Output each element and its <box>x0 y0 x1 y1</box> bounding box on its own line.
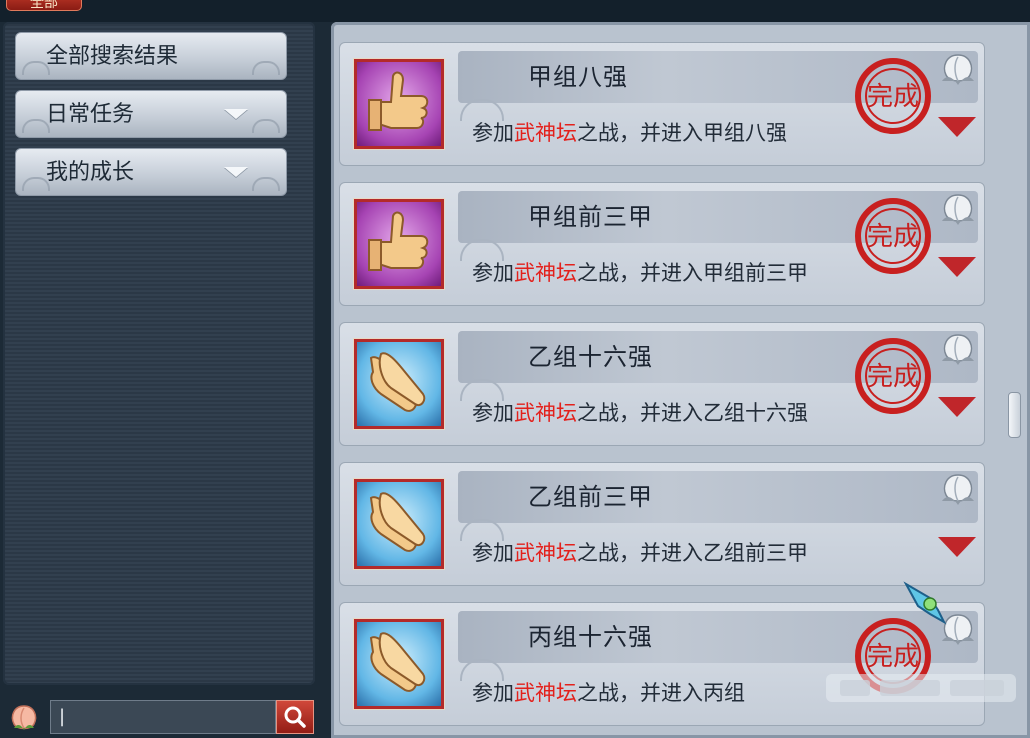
achievement-title: 甲组前三甲 <box>528 203 653 231</box>
sidebar-item-my-growth[interactable]: 我的成长 <box>15 148 287 196</box>
list-item[interactable]: 乙组十六强 参加武神坛之战，并进入乙组十六强 完成 <box>339 322 985 446</box>
achievement-description: 参加武神坛之战，并进入乙组前三甲 <box>472 541 808 565</box>
search-icon <box>284 706 306 728</box>
scrollbar-thumb[interactable] <box>1008 392 1021 438</box>
cloud-ornament-icon <box>252 177 280 191</box>
completed-stamp-icon: 完成 <box>855 338 931 414</box>
peach-reward-icon[interactable] <box>936 191 980 229</box>
achievement-description: 参加武神坛之战，并进入甲组前三甲 <box>472 261 808 285</box>
achievement-description: 参加武神坛之战，并进入甲组八强 <box>472 121 787 145</box>
top-bar: 全部 <box>0 0 1030 22</box>
sidebar-item-label: 我的成长 <box>46 160 135 185</box>
clapping-hands-icon <box>353 618 445 710</box>
list-item[interactable]: 甲组八强 参加武神坛之战，并进入甲组八强 完成 <box>339 42 985 166</box>
achievement-description: 参加武神坛之战，并进入丙组 <box>472 681 745 705</box>
peach-reward-icon[interactable] <box>936 331 980 369</box>
completed-stamp-icon: 完成 <box>855 198 931 274</box>
chevron-down-icon[interactable] <box>224 167 248 177</box>
tab-all[interactable]: 全部 <box>6 0 82 11</box>
scrollbar-track[interactable] <box>1007 30 1021 730</box>
achievement-title: 甲组八强 <box>528 63 628 91</box>
svg-text:完成: 完成 <box>867 222 919 252</box>
expand-arrow-icon[interactable] <box>938 397 976 417</box>
achievement-title: 丙组十六强 <box>528 623 653 651</box>
thumbs-up-icon <box>353 198 445 290</box>
svg-text:完成: 完成 <box>867 82 919 112</box>
peach-reward-icon[interactable] <box>936 471 980 509</box>
thumbs-up-icon <box>353 58 445 150</box>
completed-stamp-icon: 完成 <box>855 58 931 134</box>
cloud-ornament-icon <box>252 61 280 75</box>
expand-arrow-icon[interactable] <box>938 117 976 137</box>
list-item[interactable]: 乙组前三甲 参加武神坛之战，并进入乙组前三甲 <box>339 462 985 586</box>
sidebar-item-label: 全部搜索结果 <box>46 44 179 69</box>
clapping-hands-icon <box>353 478 445 570</box>
chevron-down-icon[interactable] <box>224 109 248 119</box>
watermark-logo <box>826 674 1016 702</box>
cloud-ornament-icon <box>22 61 50 75</box>
expand-arrow-icon[interactable] <box>938 537 976 557</box>
peach-reward-icon[interactable] <box>936 51 980 89</box>
svg-text:完成: 完成 <box>867 362 919 392</box>
cloud-ornament-icon <box>22 119 50 133</box>
expand-arrow-icon[interactable] <box>938 257 976 277</box>
search-input[interactable]: | <box>50 700 276 734</box>
cloud-ornament-icon <box>22 177 50 191</box>
achievement-title: 乙组十六强 <box>528 343 653 371</box>
clapping-hands-icon <box>353 338 445 430</box>
cloud-ornament-icon <box>252 119 280 133</box>
peach-icon <box>11 705 37 730</box>
sidebar-item-label: 日常任务 <box>46 102 135 127</box>
cursor-icon <box>903 581 947 625</box>
sidebar-item-daily-tasks[interactable]: 日常任务 <box>15 90 287 138</box>
sidebar-item-all-results[interactable]: 全部搜索结果 <box>15 32 287 80</box>
list-item[interactable]: 甲组前三甲 参加武神坛之战，并进入甲组前三甲 完成 <box>339 182 985 306</box>
achievement-title: 乙组前三甲 <box>528 483 653 511</box>
achievement-description: 参加武神坛之战，并进入乙组十六强 <box>472 401 808 425</box>
category-sidebar: 全部搜索结果 日常任务 我的成长 <box>3 22 315 685</box>
search-button[interactable] <box>276 700 314 734</box>
achievement-list: 甲组八强 参加武神坛之战，并进入甲组八强 完成 甲组前三甲 参加武神坛之战，并进… <box>331 22 1030 738</box>
